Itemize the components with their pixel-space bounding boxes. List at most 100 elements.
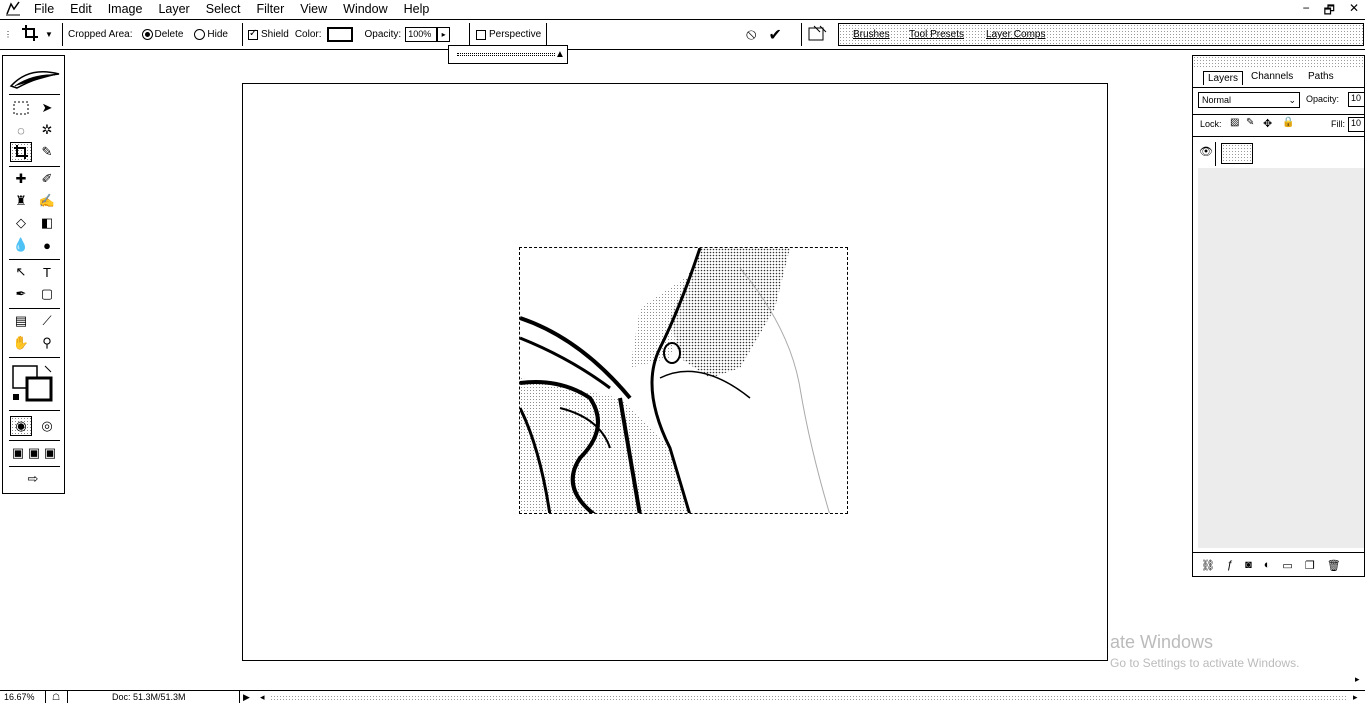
opacity-slider-track[interactable] bbox=[457, 53, 555, 56]
crop-tool-icon[interactable] bbox=[10, 142, 32, 162]
crop-marquee-area[interactable] bbox=[519, 247, 848, 514]
scroll-right-arrow-icon[interactable]: ▸ bbox=[1353, 691, 1358, 703]
shield-color-swatch[interactable] bbox=[326, 27, 353, 42]
delete-label: Delete bbox=[154, 29, 184, 40]
standard-mode-icon[interactable]: ◉ bbox=[10, 416, 32, 436]
healing-brush-icon[interactable]: ✚ bbox=[10, 169, 32, 189]
crop-tool-icon bbox=[21, 24, 39, 45]
adjustment-layer-icon[interactable]: ◐ bbox=[1264, 559, 1271, 571]
menu-view[interactable]: View bbox=[298, 2, 329, 16]
blur-tool-icon[interactable]: 💧 bbox=[10, 235, 32, 255]
screen-mode-full-icon[interactable]: ▣ bbox=[39, 443, 61, 463]
dodge-tool-icon[interactable]: ● bbox=[36, 235, 58, 255]
shield-opacity-input[interactable]: 100% bbox=[405, 27, 438, 42]
tab-paths[interactable]: Paths bbox=[1308, 71, 1334, 82]
fill-input[interactable]: 10 bbox=[1348, 117, 1365, 132]
blend-mode-value: Normal bbox=[1202, 95, 1232, 105]
brush-tool-icon[interactable]: ✐ bbox=[36, 169, 58, 189]
status-tool-icon: ☖ bbox=[52, 691, 68, 703]
shield-checkbox[interactable]: Shield bbox=[248, 28, 289, 40]
eyedropper-icon[interactable]: ⟋ bbox=[36, 311, 58, 331]
blend-mode-select[interactable]: Normal ⌄ bbox=[1198, 92, 1300, 108]
menu-help[interactable]: Help bbox=[402, 2, 432, 16]
quick-mask-icon[interactable]: ◎ bbox=[36, 416, 58, 436]
checkbox-icon bbox=[476, 29, 486, 40]
hand-tool-icon[interactable]: ✋ bbox=[10, 333, 32, 353]
lasso-tool-icon[interactable]: ◌ bbox=[10, 120, 32, 140]
scroll-right-icon[interactable]: ▸ bbox=[1355, 674, 1360, 685]
layer-opacity-input[interactable]: 10 bbox=[1348, 92, 1365, 107]
commit-icon[interactable]: ✔ bbox=[768, 25, 781, 45]
lock-all-icon[interactable]: 🔒 bbox=[1282, 117, 1294, 128]
perspective-checkbox[interactable]: Perspective bbox=[476, 29, 541, 40]
path-selection-icon[interactable]: ↖ bbox=[10, 262, 32, 282]
clone-stamp-icon[interactable]: ♜ bbox=[10, 191, 32, 211]
fill-label: Fill: bbox=[1331, 119, 1345, 129]
horizontal-scrollbar[interactable] bbox=[270, 695, 1348, 700]
menu-edit[interactable]: Edit bbox=[68, 2, 94, 16]
perspective-label: Perspective bbox=[489, 29, 542, 40]
notes-tool-icon[interactable]: ▤ bbox=[10, 311, 32, 331]
trash-icon[interactable]: 🗑 bbox=[1327, 559, 1341, 572]
color-label: Color: bbox=[294, 29, 322, 40]
watermark-subtitle: Go to Settings to activate Windows. bbox=[1110, 656, 1300, 670]
magic-wand-icon[interactable]: ✲ bbox=[36, 120, 58, 140]
cancel-icon[interactable]: ⦸ bbox=[746, 26, 756, 44]
doc-size: Doc: 51.3M/51.3M bbox=[74, 691, 240, 703]
slider-knob-icon[interactable]: ▲ bbox=[555, 49, 565, 60]
lock-brush-icon[interactable]: ✎ bbox=[1246, 117, 1254, 128]
cropped-area-hide-radio[interactable]: Hide bbox=[194, 29, 228, 40]
tab-layers[interactable]: Layers bbox=[1203, 71, 1244, 85]
layer-row[interactable]: 👁 bbox=[1197, 142, 1364, 166]
toolbox: ➤ ◌ ✲ ✎ ✚ ✐ ♜ ✍ ◇ ◧ 💧 ● ↖ T ✒ ▢ ▤ ⟋ ✋ ⚲ … bbox=[2, 55, 65, 494]
palette-tab-brushes[interactable]: Brushes bbox=[853, 29, 890, 40]
panel-header bbox=[1193, 56, 1364, 69]
marquee-tool-icon[interactable] bbox=[10, 98, 32, 118]
jump-to-imageready-icon[interactable]: ⇨ bbox=[13, 469, 53, 489]
history-brush-icon[interactable]: ✍ bbox=[36, 191, 58, 211]
palette-tab-tool-presets[interactable]: Tool Presets bbox=[909, 29, 964, 40]
slice-tool-icon[interactable]: ✎ bbox=[36, 142, 58, 162]
status-menu-arrow-icon[interactable]: ▶ bbox=[243, 691, 250, 703]
scroll-left-icon[interactable]: ◂ bbox=[260, 691, 265, 703]
type-tool-icon[interactable]: T bbox=[36, 262, 58, 282]
new-layer-icon[interactable]: ❐ bbox=[1305, 559, 1315, 572]
palette-tab-layer-comps[interactable]: Layer Comps bbox=[986, 29, 1045, 40]
activation-watermark: ate Windows Go to Settings to activate W… bbox=[1110, 632, 1299, 670]
adobe-feather-icon[interactable] bbox=[9, 66, 61, 90]
layer-mask-icon[interactable]: ◙ bbox=[1245, 559, 1252, 571]
cropped-area-delete-radio[interactable]: Delete bbox=[141, 29, 184, 40]
gradient-tool-icon[interactable]: ◧ bbox=[36, 213, 58, 233]
menu-image[interactable]: Image bbox=[106, 2, 145, 16]
status-bar: 16.67% ☖ Doc: 51.3M/51.3M ▶ ◂ ▸ bbox=[0, 690, 1365, 703]
menu-select[interactable]: Select bbox=[204, 2, 243, 16]
visibility-eye-icon[interactable]: 👁 bbox=[1199, 145, 1213, 158]
tab-channels[interactable]: Channels bbox=[1251, 71, 1293, 82]
zoom-tool-icon[interactable]: ⚲ bbox=[36, 333, 58, 353]
opacity-slider-popup[interactable]: ▲ bbox=[448, 45, 568, 64]
link-layers-icon[interactable]: ⛓ bbox=[1201, 559, 1215, 572]
menu-layer[interactable]: Layer bbox=[156, 2, 191, 16]
palette-well: Brushes Tool Presets Layer Comps bbox=[838, 23, 1364, 46]
zoom-level[interactable]: 16.67% bbox=[0, 691, 46, 703]
shape-tool-icon[interactable]: ▢ bbox=[36, 284, 58, 304]
layer-opacity-label: Opacity: bbox=[1306, 94, 1340, 104]
new-group-icon[interactable]: ▭ bbox=[1282, 559, 1292, 572]
photoshop-logo-icon bbox=[4, 1, 22, 16]
options-bar: ⋮ ▼ Cropped Area: Delete Hide Shield Col… bbox=[0, 19, 1365, 50]
menu-bar: File Edit Image Layer Select Filter View… bbox=[0, 0, 1365, 17]
color-swatches[interactable] bbox=[11, 364, 59, 404]
layer-style-icon[interactable]: ƒ bbox=[1227, 559, 1233, 571]
menu-file[interactable]: File bbox=[32, 2, 56, 16]
lock-move-icon[interactable]: ✥ bbox=[1263, 117, 1272, 130]
lock-transparency-icon[interactable]: ▨ bbox=[1230, 117, 1239, 128]
pen-tool-icon[interactable]: ✒ bbox=[10, 284, 32, 304]
palette-well-icon[interactable] bbox=[808, 24, 828, 45]
move-tool-icon[interactable]: ➤ bbox=[36, 98, 58, 118]
eraser-tool-icon[interactable]: ◇ bbox=[10, 213, 32, 233]
grip-icon: ⋮ bbox=[4, 30, 13, 39]
menu-filter[interactable]: Filter bbox=[254, 2, 286, 16]
menu-window[interactable]: Window bbox=[341, 2, 389, 16]
tool-preset-picker[interactable]: ⋮ ▼ bbox=[4, 20, 53, 49]
opacity-slider-toggle[interactable]: ▸ bbox=[437, 27, 451, 42]
